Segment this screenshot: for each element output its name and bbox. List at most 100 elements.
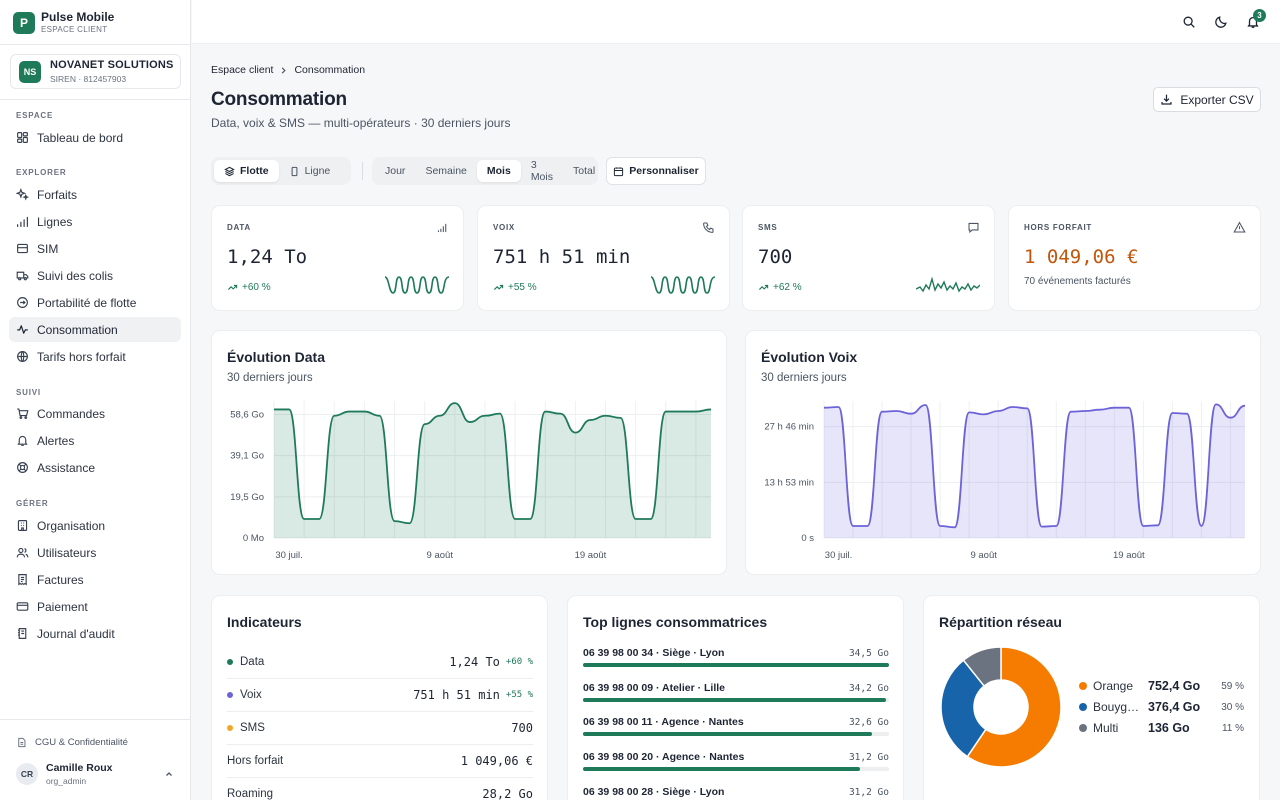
sidebar-item-forfaits[interactable]: Forfaits [9,182,181,207]
scope-ligne[interactable]: Ligne [279,160,341,182]
data-point[interactable] [1125,404,1133,412]
search-icon[interactable] [1182,15,1196,29]
data-point[interactable] [922,401,930,409]
data-point[interactable] [849,522,857,530]
period-semaine[interactable]: Semaine [415,160,476,182]
user-menu[interactable]: CR Camille Roux org_admin [16,762,113,786]
data-point[interactable] [586,416,594,424]
data-point[interactable] [375,412,383,420]
customize-button[interactable]: Personnaliser [606,157,706,185]
data-point[interactable] [864,522,872,530]
sidebar-item-lignes[interactable]: Lignes [9,209,181,234]
kpi-card-sms: SMS 700 +62 % [742,205,995,311]
top-line-row[interactable]: 06 39 98 00 28 · Siège · Lyon 31,2 Go [583,786,889,798]
data-point[interactable] [481,412,489,420]
data-point[interactable] [1241,402,1249,410]
sidebar-item-utilisateurs[interactable]: Utilisateurs [9,540,181,565]
data-point[interactable] [1183,410,1191,418]
sidebar-item-tableau-de-bord[interactable]: Tableau de bord [9,125,181,150]
data-point[interactable] [511,515,519,523]
data-point[interactable] [893,407,901,415]
data-point[interactable] [541,408,549,416]
data-point[interactable] [1023,404,1031,412]
top-line-row[interactable]: 06 39 98 00 20 · Agence · Nantes 31,2 Go [583,751,889,772]
data-point[interactable] [602,412,610,420]
data-point[interactable] [994,407,1002,415]
period-3-mois[interactable]: 3 Mois [521,159,563,183]
data-point[interactable] [878,408,886,416]
data-point[interactable] [300,515,308,523]
sidebar-item-factures[interactable]: Factures [9,567,181,592]
data-point[interactable] [907,410,915,418]
data-point[interactable] [1139,522,1147,530]
legal-link[interactable]: CGU & Confidentialité [16,737,128,748]
data-point[interactable] [330,412,338,420]
transfer-icon [17,297,28,308]
data-point[interactable] [936,522,944,530]
data-point[interactable] [421,420,429,428]
data-point[interactable] [285,405,293,413]
data-point[interactable] [466,418,474,426]
data-point[interactable] [556,410,564,418]
top-line-row[interactable]: 06 39 98 00 11 · Agence · Nantes 32,6 Go [583,716,889,737]
data-point[interactable] [707,405,715,413]
sidebar-item-commandes[interactable]: Commandes [9,401,181,426]
data-point[interactable] [315,515,323,523]
dark-mode-icon[interactable] [1214,15,1228,29]
data-point[interactable] [1067,408,1075,416]
data-point[interactable] [1096,406,1104,414]
sidebar-item-organisation[interactable]: Organisation [9,513,181,538]
data-point[interactable] [647,515,655,523]
data-point[interactable] [1052,522,1060,530]
sidebar-item-journal-audit[interactable]: Journal d'audit [9,621,181,646]
data-point[interactable] [1081,407,1089,415]
data-point[interactable] [1154,521,1162,529]
sidebar-item-sim[interactable]: SIM [9,236,181,261]
breadcrumb-root[interactable]: Espace client [211,64,273,76]
data-point[interactable] [1168,409,1176,417]
data-point[interactable] [617,414,625,422]
data-point[interactable] [980,410,988,418]
brand[interactable]: P Pulse Mobile ESPACE CLIENT [13,11,114,34]
period-total[interactable]: Total [563,160,605,182]
data-point[interactable] [692,408,700,416]
sidebar-item-assistance[interactable]: Assistance [9,455,181,480]
org-switcher[interactable]: NS NOVANET SOLUTIONS SIREN · 812457903 [10,54,181,89]
data-point[interactable] [345,408,353,416]
data-point[interactable] [526,515,534,523]
data-point[interactable] [1110,404,1118,412]
data-point[interactable] [360,408,368,416]
data-point[interactable] [632,515,640,523]
data-point[interactable] [1197,522,1205,530]
data-point[interactable] [965,408,973,416]
sidebar-item-alertes[interactable]: Alertes [9,428,181,453]
sidebar-item-portabilite[interactable]: Portabilité de flotte [9,290,181,315]
data-point[interactable] [391,517,399,525]
sidebar-item-suivi-des-colis[interactable]: Suivi des colis [9,263,181,288]
data-point[interactable] [571,429,579,437]
top-line-row[interactable]: 06 39 98 00 34 · Siège · Lyon 34,5 Go [583,647,889,667]
sidebar-item-tarifs-hors-forfait[interactable]: Tarifs hors forfait [9,344,181,369]
data-point[interactable] [406,519,414,527]
data-point[interactable] [451,399,459,407]
period-mois[interactable]: Mois [476,160,521,182]
export-csv-button[interactable]: Exporter CSV [1153,87,1261,112]
data-point[interactable] [270,405,278,413]
top-line-row[interactable]: 06 39 98 00 09 · Atelier · Lille 34,2 Go [583,682,889,702]
sidebar-item-consommation[interactable]: Consommation [9,317,181,342]
data-point[interactable] [1226,414,1234,422]
data-point[interactable] [1038,523,1046,531]
period-jour[interactable]: Jour [375,160,415,182]
chevron-up-icon[interactable] [164,769,174,779]
data-point[interactable] [835,403,843,411]
data-point[interactable] [1009,403,1017,411]
scope-flotte[interactable]: Flotte [214,160,279,182]
sidebar-item-paiement[interactable]: Paiement [9,594,181,619]
data-point[interactable] [436,412,444,420]
data-point[interactable] [496,410,504,418]
data-point[interactable] [677,408,685,416]
data-point[interactable] [951,523,959,531]
data-point[interactable] [662,408,670,416]
data-point[interactable] [1212,400,1220,408]
data-point[interactable] [820,404,828,412]
